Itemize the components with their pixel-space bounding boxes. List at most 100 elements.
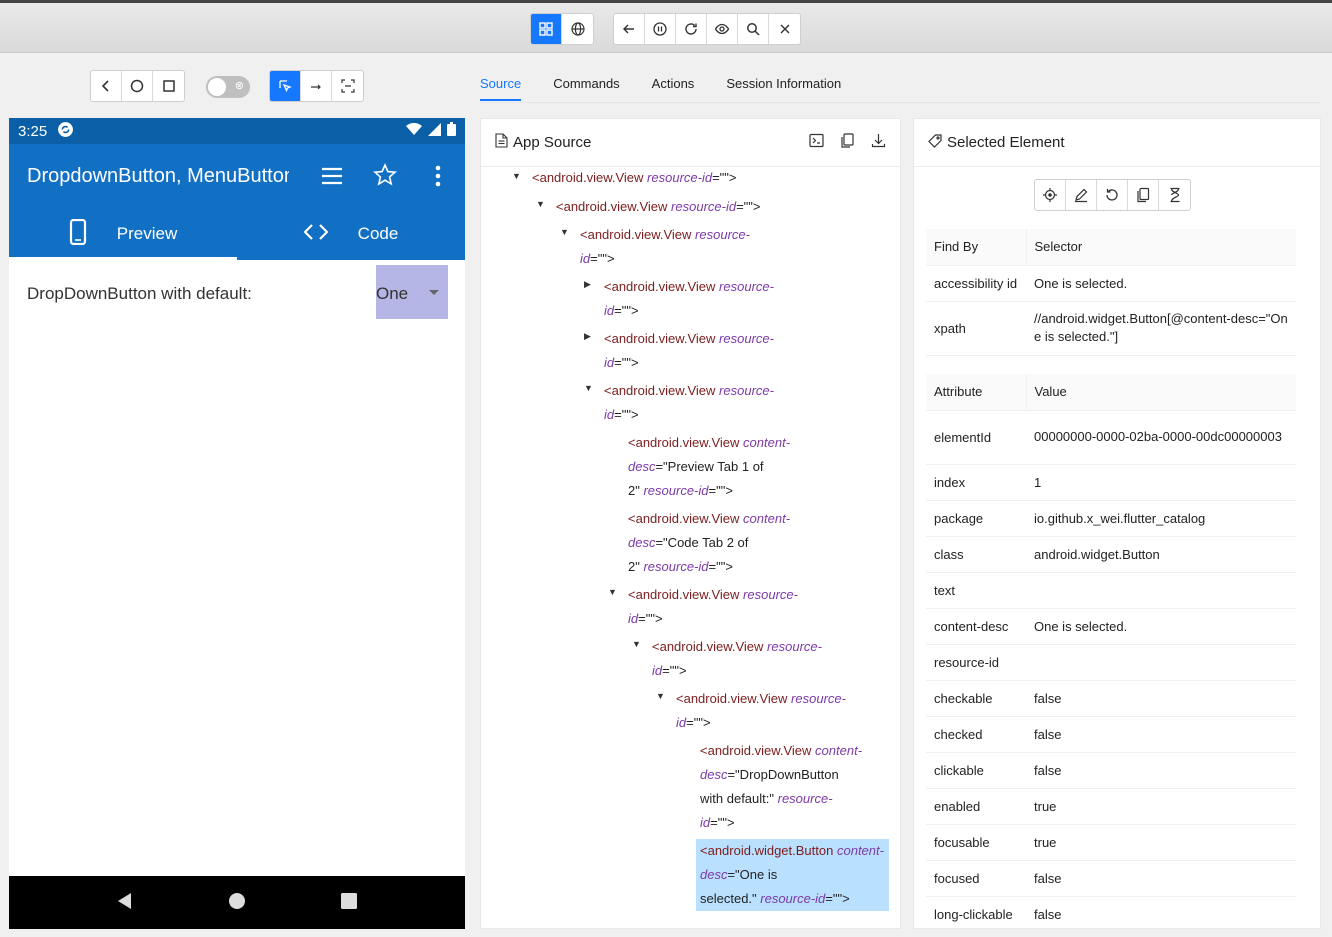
tab-source[interactable]: Source <box>480 72 522 101</box>
attribute-value[interactable]: false <box>1026 680 1296 717</box>
device-screenshot[interactable]: 3:25 DropdownButton, MenuButton Preview … <box>9 118 465 929</box>
tree-node-code-tab[interactable]: <android.view.View content-desc="Code Ta… <box>628 507 798 579</box>
table-row[interactable]: text <box>926 572 1296 609</box>
nav-back-icon[interactable] <box>116 892 134 913</box>
tree-node[interactable]: <android.view.View resource-id=""> <box>604 275 784 323</box>
tree-caret-expanded[interactable]: ▼ <box>656 691 665 701</box>
tab-actions[interactable]: Actions <box>652 72 695 101</box>
table-row[interactable]: focused false <box>926 860 1296 897</box>
nav-home-icon[interactable] <box>228 892 246 913</box>
tree-caret-expanded[interactable]: ▼ <box>584 383 593 393</box>
select-mode-icon[interactable] <box>270 71 301 101</box>
hourglass-icon[interactable] <box>1159 180 1190 210</box>
app-source-tools <box>809 133 886 152</box>
tree-node[interactable]: <android.view.View resource-id=""> <box>580 223 760 271</box>
app-source-title: App Source <box>513 134 592 151</box>
attribute-value[interactable]: false <box>1026 896 1296 928</box>
table-row[interactable]: checkable false <box>926 680 1296 717</box>
pause-icon[interactable] <box>645 14 676 44</box>
attribute-value[interactable]: 00000000-0000-02ba-0000-00dc00000003 <box>1026 410 1296 465</box>
menu-icon[interactable] <box>320 164 344 191</box>
tree-node-selected-button[interactable]: <android.widget.Button content-desc="One… <box>696 839 889 911</box>
star-icon[interactable] <box>373 163 397 190</box>
clear-icon[interactable] <box>1097 180 1128 210</box>
search-icon[interactable] <box>738 14 769 44</box>
attribute-value[interactable]: android.widget.Button <box>1026 536 1296 573</box>
tab-commands[interactable]: Commands <box>553 72 619 101</box>
tree-caret-expanded[interactable]: ▼ <box>512 171 521 181</box>
table-row[interactable]: xpath //android.widget.Button[@content-d… <box>926 301 1296 356</box>
terminal-icon[interactable] <box>809 133 824 152</box>
tree-node[interactable]: <android.view.View resource-id=""> <box>628 583 808 631</box>
selector-cell[interactable]: One is selected. <box>1026 265 1296 302</box>
table-row[interactable]: focusable true <box>926 824 1296 861</box>
copy-icon[interactable] <box>840 133 855 152</box>
dropdown-button-highlight[interactable]: One <box>376 265 448 319</box>
phone-tab-preview[interactable]: Preview <box>9 208 237 260</box>
attribute-value[interactable]: false <box>1026 860 1296 897</box>
tree-node-dropdown-label[interactable]: <android.view.View content-desc="DropDow… <box>700 739 870 835</box>
tree-node[interactable]: <android.view.View resource-id=""> <box>604 327 784 375</box>
home-circle-icon[interactable] <box>122 71 153 101</box>
table-row[interactable]: elementId 00000000-0000-02ba-0000-00dc000… <box>926 410 1296 465</box>
attribute-name: long-clickable <box>926 896 1026 928</box>
edit-icon[interactable] <box>1066 180 1097 210</box>
close-icon[interactable] <box>769 14 800 44</box>
attribute-value[interactable] <box>1026 572 1296 609</box>
more-vert-icon[interactable] <box>433 164 443 191</box>
copy-attributes-icon[interactable] <box>1128 180 1159 210</box>
attribute-value[interactable]: false <box>1026 716 1296 753</box>
download-icon[interactable] <box>871 133 886 152</box>
attribute-value[interactable]: false <box>1026 752 1296 789</box>
table-row[interactable]: package io.github.x_wei.flutter_catalog <box>926 500 1296 537</box>
table-row[interactable]: index 1 <box>926 464 1296 501</box>
tree-node[interactable]: <android.view.View resource-id=""> <box>676 687 856 735</box>
attribute-name: package <box>926 500 1026 537</box>
table-row[interactable]: long-clickable false <box>926 896 1296 928</box>
selected-element-title: Selected Element <box>947 134 1065 151</box>
tree-node-preview-tab[interactable]: <android.view.View content-desc="Preview… <box>628 431 798 503</box>
tap-target-icon[interactable] <box>1035 180 1066 210</box>
back-icon[interactable] <box>91 71 122 101</box>
tree-caret-expanded[interactable]: ▼ <box>536 199 545 209</box>
nav-recents-icon[interactable] <box>340 892 358 913</box>
tree-caret-collapsed[interactable]: ▶ <box>584 279 591 290</box>
table-row[interactable]: enabled true <box>926 788 1296 825</box>
tree-node[interactable]: <android.view.View resource-id=""> <box>556 195 796 219</box>
eye-icon[interactable] <box>707 14 738 44</box>
sync-icon <box>57 121 74 142</box>
table-row[interactable]: resource-id <box>926 644 1296 681</box>
selector-cell[interactable]: //android.widget.Button[@content-desc="O… <box>1026 301 1296 356</box>
tree-caret-expanded[interactable]: ▼ <box>608 587 617 597</box>
refresh-icon[interactable] <box>676 14 707 44</box>
tree-caret-expanded[interactable]: ▼ <box>560 227 569 237</box>
table-row[interactable]: content-desc One is selected. <box>926 608 1296 645</box>
attribute-value[interactable]: io.github.x_wei.flutter_catalog <box>1026 500 1296 537</box>
phone-tab-bar: Preview Code <box>9 208 465 260</box>
back-arrow-icon[interactable] <box>614 14 645 44</box>
tabs-divider <box>480 102 1320 103</box>
table-row[interactable]: checked false <box>926 716 1296 753</box>
tree-node[interactable]: <android.view.View resource-id=""> <box>532 167 772 189</box>
attribute-value[interactable] <box>1026 644 1296 681</box>
globe-icon[interactable] <box>562 14 593 44</box>
tree-caret-collapsed[interactable]: ▶ <box>584 331 591 342</box>
recents-square-icon[interactable] <box>153 71 184 101</box>
tab-session-information[interactable]: Session Information <box>726 72 841 101</box>
attribute-value[interactable]: true <box>1026 824 1296 861</box>
phone-tab-code[interactable]: Code <box>237 208 465 260</box>
tap-coords-icon[interactable] <box>332 71 363 101</box>
attribute-name: clickable <box>926 752 1026 789</box>
attribute-value[interactable]: 1 <box>1026 464 1296 501</box>
tree-node[interactable]: <android.view.View resource-id=""> <box>604 379 784 427</box>
swipe-mode-icon[interactable] <box>301 71 332 101</box>
grid-icon[interactable] <box>531 14 562 44</box>
tree-caret-expanded[interactable]: ▼ <box>632 639 641 649</box>
table-row[interactable]: accessibility id One is selected. <box>926 265 1296 302</box>
show-attributes-toggle[interactable]: ⊗ <box>206 76 250 98</box>
table-row[interactable]: class android.widget.Button <box>926 536 1296 573</box>
attribute-value[interactable]: One is selected. <box>1026 608 1296 645</box>
tree-node[interactable]: <android.view.View resource-id=""> <box>652 635 832 683</box>
table-row[interactable]: clickable false <box>926 752 1296 789</box>
attribute-value[interactable]: true <box>1026 788 1296 825</box>
